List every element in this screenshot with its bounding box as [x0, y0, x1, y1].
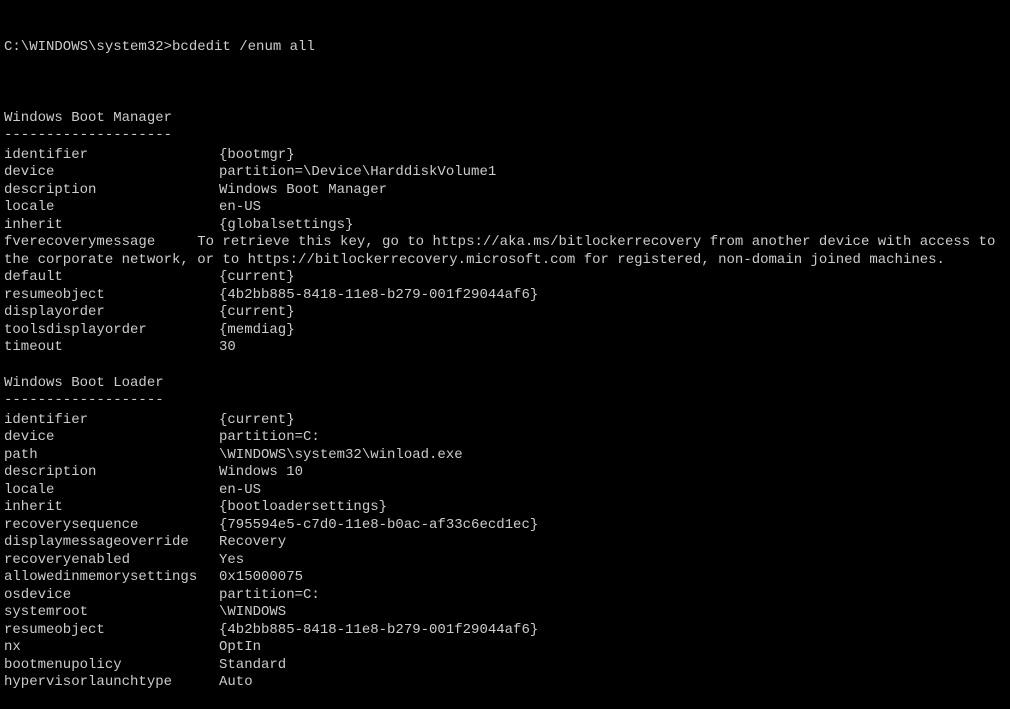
section-title: Windows Boot Loader	[4, 375, 1006, 393]
config-entry: displaymessageoverrideRecovery	[4, 534, 1006, 552]
config-value: {current}	[219, 304, 1006, 322]
config-key: default	[4, 269, 219, 287]
config-value: \WINDOWS\system32\winload.exe	[219, 447, 1006, 465]
config-key: identifier	[4, 147, 219, 165]
config-entry: identifier{current}	[4, 412, 1006, 430]
config-value: partition=C:	[219, 429, 1006, 447]
config-value: {globalsettings}	[219, 217, 1006, 235]
config-entry: systemroot\WINDOWS	[4, 604, 1006, 622]
config-key: displayorder	[4, 304, 219, 322]
config-entry: devicepartition=C:	[4, 429, 1006, 447]
config-entry: resumeobject{4b2bb885-8418-11e8-b279-001…	[4, 287, 1006, 305]
config-entry: recoverysequence{795594e5-c7d0-11e8-b0ac…	[4, 517, 1006, 535]
config-entry: identifier{bootmgr}	[4, 147, 1006, 165]
config-entry: localeen-US	[4, 199, 1006, 217]
config-entry: timeout30	[4, 339, 1006, 357]
config-key: resumeobject	[4, 622, 219, 640]
config-entry: localeen-US	[4, 482, 1006, 500]
config-key: path	[4, 447, 219, 465]
sections-container: Windows Boot Manager--------------------…	[4, 110, 1006, 692]
config-entry: resumeobject{4b2bb885-8418-11e8-b279-001…	[4, 622, 1006, 640]
config-entry: nxOptIn	[4, 639, 1006, 657]
section-gap	[4, 357, 1006, 371]
config-entry: devicepartition=\Device\HarddiskVolume1	[4, 164, 1006, 182]
config-value: {795594e5-c7d0-11e8-b0ac-af33c6ecd1ec}	[219, 517, 1006, 535]
config-value: 0x15000075	[219, 569, 1006, 587]
config-entry: fverecoverymessage To retrieve this key,…	[4, 234, 1006, 269]
config-value: partition=\Device\HarddiskVolume1	[219, 164, 1006, 182]
section-divider: -------------------	[4, 392, 1006, 410]
config-value: Standard	[219, 657, 1006, 675]
terminal-output[interactable]: C:\WINDOWS\system32>bcdedit /enum all Wi…	[4, 4, 1006, 709]
config-key: osdevice	[4, 587, 219, 605]
config-key: locale	[4, 199, 219, 217]
config-value: en-US	[219, 482, 1006, 500]
config-value: Yes	[219, 552, 1006, 570]
config-key: hypervisorlaunchtype	[4, 674, 219, 692]
config-entry: inherit{bootloadersettings}	[4, 499, 1006, 517]
config-key: systemroot	[4, 604, 219, 622]
config-entry: default{current}	[4, 269, 1006, 287]
config-key: inherit	[4, 217, 219, 235]
config-value: Windows Boot Manager	[219, 182, 1006, 200]
config-key: description	[4, 464, 219, 482]
config-key: device	[4, 429, 219, 447]
config-entry: bootmenupolicyStandard	[4, 657, 1006, 675]
command-prompt-line: C:\WINDOWS\system32>bcdedit /enum all	[4, 39, 1006, 57]
config-value: {memdiag}	[219, 322, 1006, 340]
config-entry: descriptionWindows 10	[4, 464, 1006, 482]
config-key: displaymessageoverride	[4, 534, 219, 552]
config-entry: toolsdisplayorder{memdiag}	[4, 322, 1006, 340]
config-value: Recovery	[219, 534, 1006, 552]
config-key: inherit	[4, 499, 219, 517]
config-key: bootmenupolicy	[4, 657, 219, 675]
section-divider: --------------------	[4, 127, 1006, 145]
config-key: allowedinmemorysettings	[4, 569, 219, 587]
config-entry: hypervisorlaunchtypeAuto	[4, 674, 1006, 692]
config-value: {4b2bb885-8418-11e8-b279-001f29044af6}	[219, 622, 1006, 640]
config-entry: path\WINDOWS\system32\winload.exe	[4, 447, 1006, 465]
config-value: {current}	[219, 412, 1006, 430]
config-key: identifier	[4, 412, 219, 430]
config-value: OptIn	[219, 639, 1006, 657]
config-entry: inherit{globalsettings}	[4, 217, 1006, 235]
config-value: \WINDOWS	[219, 604, 1006, 622]
config-key: toolsdisplayorder	[4, 322, 219, 340]
config-key: recoveryenabled	[4, 552, 219, 570]
config-value: 30	[219, 339, 1006, 357]
config-value: {bootmgr}	[219, 147, 1006, 165]
config-value: en-US	[219, 199, 1006, 217]
config-entry: displayorder{current}	[4, 304, 1006, 322]
config-value: {bootloadersettings}	[219, 499, 1006, 517]
config-key: device	[4, 164, 219, 182]
section-title: Windows Boot Manager	[4, 110, 1006, 128]
config-key: nx	[4, 639, 219, 657]
config-key: recoverysequence	[4, 517, 219, 535]
config-value: Windows 10	[219, 464, 1006, 482]
config-value: {current}	[219, 269, 1006, 287]
config-key: resumeobject	[4, 287, 219, 305]
config-entry: osdevicepartition=C:	[4, 587, 1006, 605]
config-entry: allowedinmemorysettings0x15000075	[4, 569, 1006, 587]
config-key: timeout	[4, 339, 219, 357]
config-value: {4b2bb885-8418-11e8-b279-001f29044af6}	[219, 287, 1006, 305]
config-entry: recoveryenabledYes	[4, 552, 1006, 570]
config-key: description	[4, 182, 219, 200]
config-value: Auto	[219, 674, 1006, 692]
config-value: partition=C:	[219, 587, 1006, 605]
config-entry: descriptionWindows Boot Manager	[4, 182, 1006, 200]
config-key: locale	[4, 482, 219, 500]
